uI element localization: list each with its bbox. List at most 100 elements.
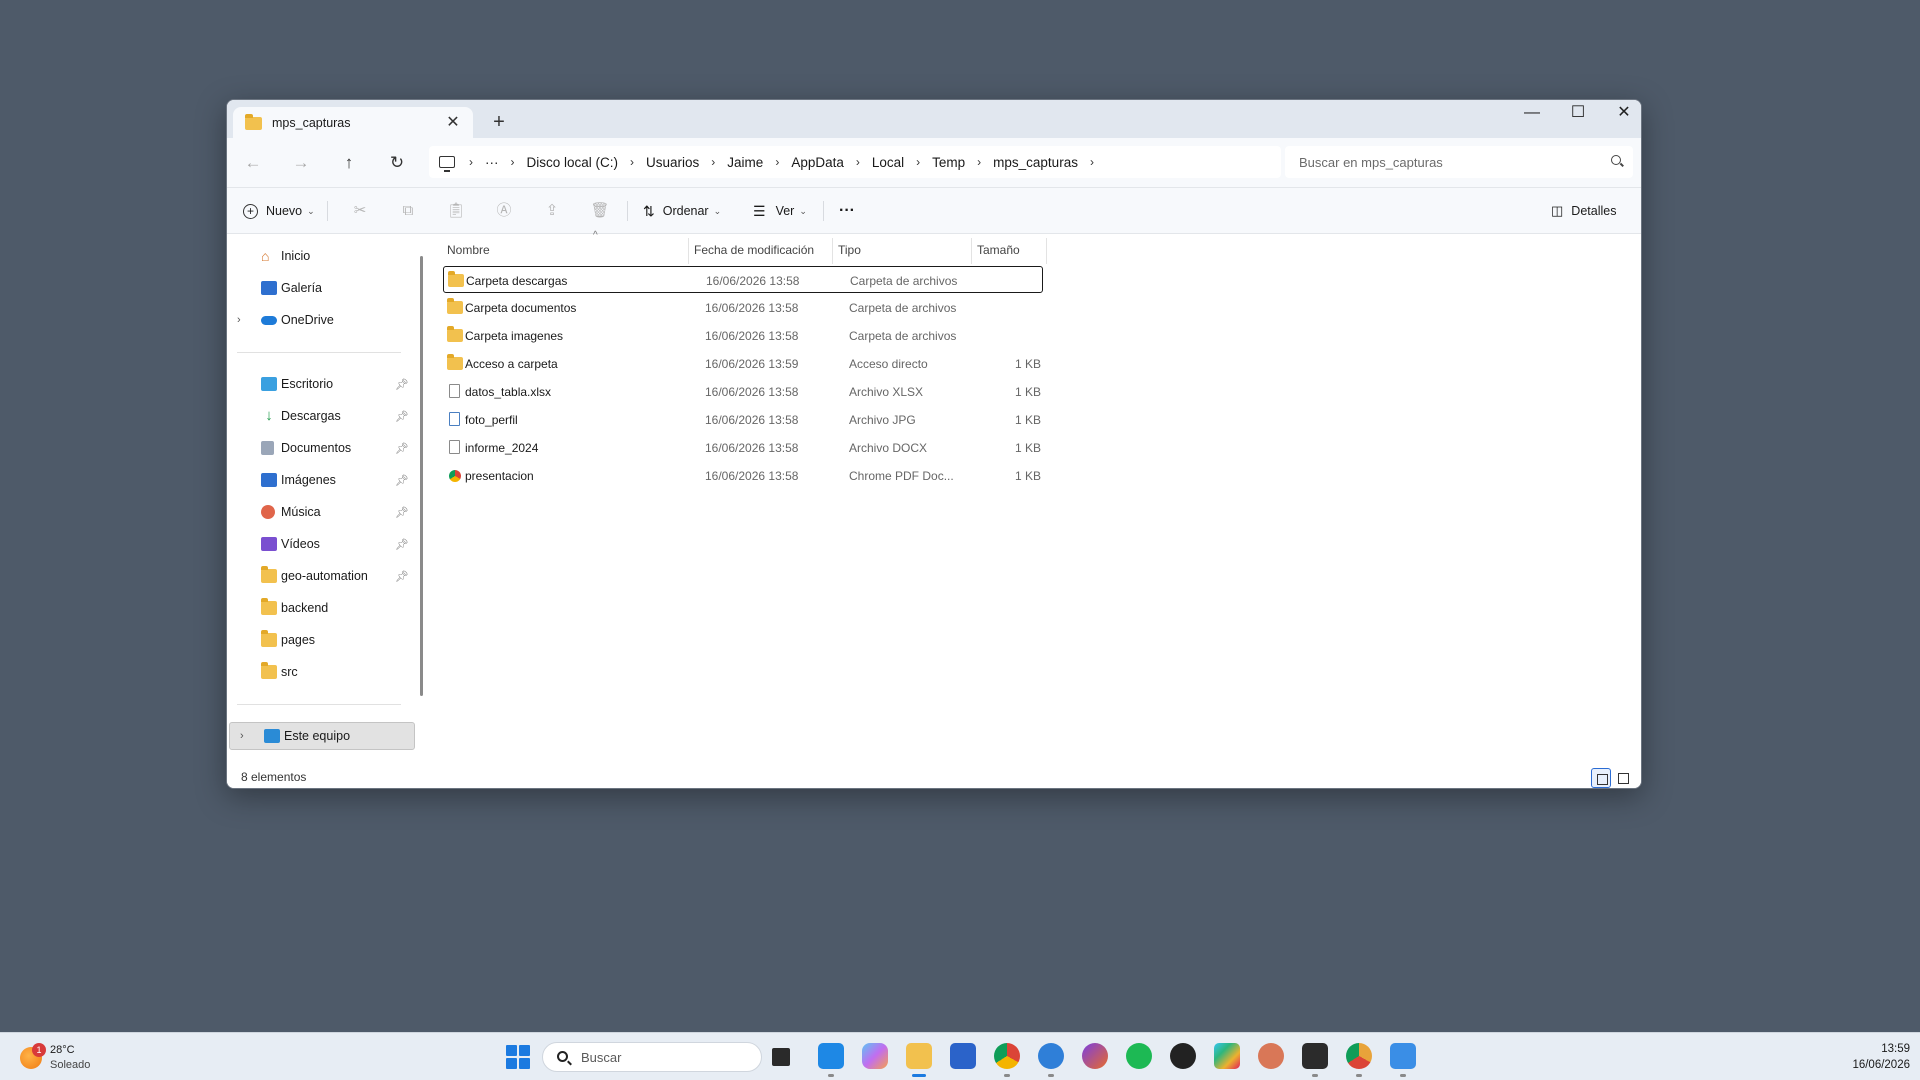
back-button[interactable]: ←: [239, 150, 267, 176]
sidebar-item-inicio[interactable]: ⌂ Inicio: [227, 242, 413, 270]
chevron-right-icon[interactable]: ›: [511, 155, 515, 169]
task-view-icon[interactable]: [772, 1048, 790, 1066]
search-input[interactable]: Buscar en mps_capturas: [1285, 146, 1633, 178]
claude-icon[interactable]: [1258, 1043, 1284, 1069]
system-clock[interactable]: 13:59 16/06/2026: [1820, 1041, 1910, 1073]
column-divider[interactable]: [832, 238, 833, 264]
up-button[interactable]: ↑: [335, 150, 363, 176]
minimize-button[interactable]: —: [1509, 100, 1555, 128]
column-header-size[interactable]: Tamaño: [977, 234, 1047, 266]
column-header-date[interactable]: Fecha de modificación: [694, 234, 834, 266]
breadcrumb-item[interactable]: Temp: [932, 155, 965, 170]
sidebar-item-geo-automation[interactable]: geo-automation 📌︎: [227, 562, 413, 590]
this-pc-icon[interactable]: [439, 156, 455, 172]
details-view-button[interactable]: [1591, 768, 1611, 788]
chevron-right-icon[interactable]: ›: [240, 730, 244, 742]
file-row[interactable]: foto_perfil 16/06/2026 13:58 Archivo JPG…: [443, 406, 1043, 433]
delete-icon[interactable]: 🗑︎: [588, 199, 612, 223]
breadcrumb-item[interactable]: Jaime: [727, 155, 763, 170]
sidebar-item-pages[interactable]: pages: [227, 626, 413, 654]
refresh-button[interactable]: ↻: [383, 150, 411, 176]
pin-icon[interactable]: 📌︎: [395, 378, 409, 391]
sidebar-item-backend[interactable]: backend: [227, 594, 413, 622]
tab-close-icon[interactable]: ✕: [443, 113, 463, 133]
maximize-button[interactable]: ☐: [1555, 100, 1601, 128]
file-explorer-icon[interactable]: [906, 1043, 932, 1077]
column-divider[interactable]: [971, 238, 972, 264]
chevron-right-icon[interactable]: ›: [977, 155, 981, 169]
more-options-button[interactable]: ···: [839, 198, 855, 224]
new-tab-button[interactable]: +: [485, 108, 513, 136]
file-row[interactable]: datos_tabla.xlsx 16/06/2026 13:58 Archiv…: [443, 378, 1043, 405]
vscode-icon[interactable]: [818, 1043, 844, 1077]
sidebar-item-imagenes[interactable]: Imágenes 📌︎: [227, 466, 413, 494]
taskbar-search[interactable]: Buscar: [542, 1042, 762, 1072]
file-row[interactable]: Carpeta descargas 16/06/2026 13:58 Carpe…: [443, 266, 1043, 293]
breadcrumb-item[interactable]: Disco local (C:): [527, 155, 619, 170]
forward-button[interactable]: →: [287, 150, 315, 176]
sidebar-item-musica[interactable]: Música 📌︎: [227, 498, 413, 526]
rename-icon[interactable]: Ⓐ: [492, 199, 516, 223]
file-row[interactable]: informe_2024 16/06/2026 13:58 Archivo DO…: [443, 434, 1043, 461]
cut-icon[interactable]: ✂: [348, 199, 372, 223]
spotify-icon[interactable]: [1126, 1043, 1152, 1069]
column-divider[interactable]: [1046, 238, 1047, 264]
sidebar-item-onedrive[interactable]: › OneDrive: [227, 306, 413, 334]
pin-icon[interactable]: 📌︎: [395, 538, 409, 551]
sidebar-item-documentos[interactable]: Documentos 📌︎: [227, 434, 413, 462]
chevron-right-icon[interactable]: ›: [711, 155, 715, 169]
chrome-icon[interactable]: [994, 1043, 1020, 1077]
address-bar[interactable]: › ··· › Disco local (C:) › Usuarios › Ja…: [429, 146, 1281, 178]
copilot-icon[interactable]: [862, 1043, 888, 1069]
weather-widget[interactable]: 1 28°C Soleado: [18, 1039, 158, 1075]
sidebar-item-escritorio[interactable]: Escritorio 📌︎: [227, 370, 413, 398]
sidebar-item-este-equipo[interactable]: › Este equipo: [229, 722, 415, 750]
file-row[interactable]: Carpeta documentos 16/06/2026 13:58 Carp…: [443, 294, 1043, 321]
close-button[interactable]: ✕: [1601, 100, 1641, 128]
sidebar-item-src[interactable]: src: [227, 658, 413, 686]
chevron-right-icon[interactable]: ›: [856, 155, 860, 169]
chevron-right-icon[interactable]: ›: [630, 155, 634, 169]
firefox-dev-icon[interactable]: [1082, 1043, 1108, 1069]
inkscape-icon[interactable]: [1170, 1043, 1196, 1069]
sidebar-item-galeria[interactable]: Galería: [227, 274, 413, 302]
sidebar-item-videos[interactable]: Vídeos 📌︎: [227, 530, 413, 558]
view-button[interactable]: ☰ Ver ⌄: [753, 198, 807, 224]
chevron-right-icon[interactable]: ›: [1090, 155, 1094, 169]
large-icons-view-button[interactable]: [1613, 768, 1633, 788]
chevron-right-icon[interactable]: ›: [916, 155, 920, 169]
breadcrumb-item[interactable]: mps_capturas: [993, 155, 1078, 170]
chevron-right-icon[interactable]: ›: [775, 155, 779, 169]
chrome-canary-icon[interactable]: [1346, 1043, 1372, 1077]
sidebar-scrollbar[interactable]: [420, 256, 423, 696]
terminal-icon[interactable]: [1302, 1043, 1328, 1077]
pin-icon[interactable]: 📌︎: [395, 506, 409, 519]
chevron-right-icon[interactable]: ›: [237, 314, 241, 326]
thunderbird-icon[interactable]: [1038, 1043, 1064, 1077]
breadcrumb-item[interactable]: Usuarios: [646, 155, 699, 170]
pin-icon[interactable]: 📌︎: [395, 474, 409, 487]
start-button[interactable]: [506, 1045, 530, 1069]
copy-icon[interactable]: ⧉: [396, 199, 420, 223]
file-row[interactable]: presentacion 16/06/2026 13:58 Chrome PDF…: [443, 462, 1043, 489]
paste-icon[interactable]: 📋︎: [444, 199, 468, 223]
photos-icon[interactable]: [1390, 1043, 1416, 1077]
column-header-type[interactable]: Tipo: [838, 234, 948, 266]
file-row[interactable]: Carpeta imagenes 16/06/2026 13:58 Carpet…: [443, 322, 1043, 349]
breadcrumb-overflow[interactable]: ···: [485, 155, 499, 170]
sort-button[interactable]: ⇅ Ordenar ⌄: [643, 198, 721, 224]
tab-mps-capturas[interactable]: mps_capturas ✕: [233, 107, 473, 139]
file-row[interactable]: Acceso a carpeta 16/06/2026 13:59 Acceso…: [443, 350, 1043, 377]
sidebar-item-descargas[interactable]: ↓ Descargas 📌︎: [227, 402, 413, 430]
pin-icon[interactable]: 📌︎: [395, 442, 409, 455]
slack-icon[interactable]: [1214, 1043, 1240, 1069]
breadcrumb-item[interactable]: Local: [872, 155, 904, 170]
pin-icon[interactable]: 📌︎: [395, 570, 409, 583]
column-divider[interactable]: [688, 238, 689, 264]
column-header-name[interactable]: ^ Nombre: [447, 230, 687, 266]
breadcrumb-item[interactable]: AppData: [791, 155, 844, 170]
chevron-right-icon[interactable]: ›: [469, 155, 473, 169]
store-icon[interactable]: [950, 1043, 976, 1069]
new-button[interactable]: + Nuevo ⌄: [243, 198, 315, 224]
pin-icon[interactable]: 📌︎: [395, 410, 409, 423]
